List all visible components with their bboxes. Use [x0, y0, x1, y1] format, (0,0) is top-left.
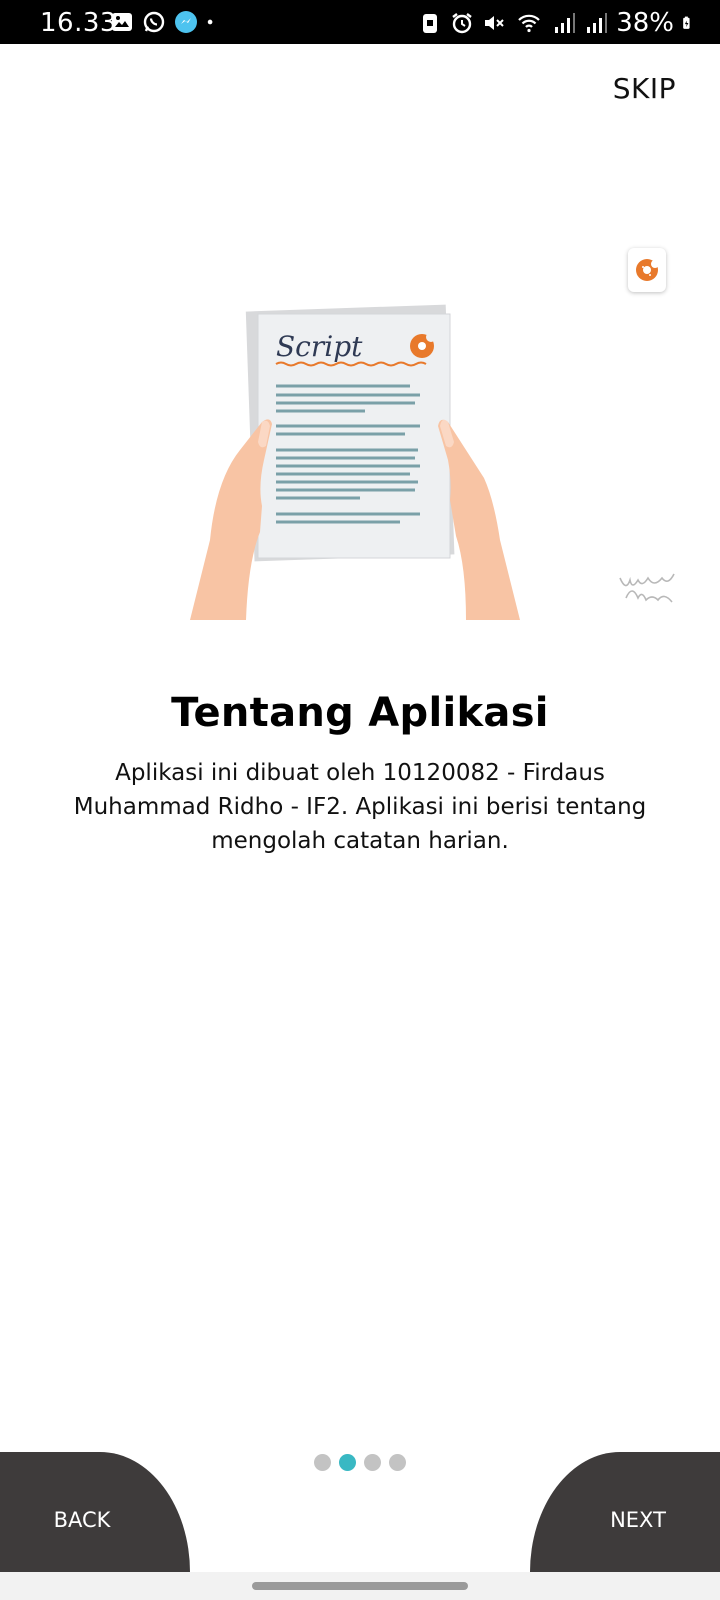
whatsapp-icon: [143, 11, 165, 33]
system-icons: 38%: [418, 8, 696, 38]
donut-icon: [636, 259, 659, 281]
battery-icon: [683, 16, 690, 29]
hands-holding-script-illustration: Script: [190, 304, 520, 620]
back-button-label: BACK: [53, 1508, 111, 1532]
back-button[interactable]: BACK: [0, 1452, 190, 1572]
skip-button[interactable]: SKIP: [613, 72, 676, 105]
signature-watermark: [619, 573, 675, 603]
signal-icon: [555, 13, 576, 33]
next-button[interactable]: NEXT: [530, 1452, 720, 1572]
battery-percentage: 38%: [616, 8, 674, 38]
page-dot: [389, 1454, 406, 1471]
page-title: Tentang Aplikasi: [171, 690, 549, 736]
home-gesture-handle[interactable]: [252, 1582, 468, 1590]
notification-icons: [110, 10, 220, 34]
page-description: Aplikasi ini dibuat oleh 10120082 - Fird…: [73, 760, 647, 854]
page-indicator: [314, 1454, 406, 1471]
gallery-icon: [112, 13, 132, 31]
messenger-icon: [175, 11, 197, 33]
mute-icon: [485, 16, 504, 30]
page-dot: [314, 1454, 331, 1471]
navigation-bar: [0, 1572, 720, 1600]
dot-icon: [207, 19, 213, 25]
floating-bubble[interactable]: [628, 248, 666, 292]
paper-heading: Script: [276, 330, 363, 363]
page-dot: [364, 1454, 381, 1471]
status-time: 16.33: [40, 8, 117, 38]
wifi-icon: [518, 14, 540, 33]
signal-icon: [587, 13, 608, 33]
screenshot-icon: [423, 14, 438, 33]
status-bar: 16.33 38%: [0, 0, 720, 44]
page-dot-active: [339, 1454, 356, 1471]
alarm-icon: [452, 13, 472, 34]
next-button-label: NEXT: [610, 1508, 666, 1532]
